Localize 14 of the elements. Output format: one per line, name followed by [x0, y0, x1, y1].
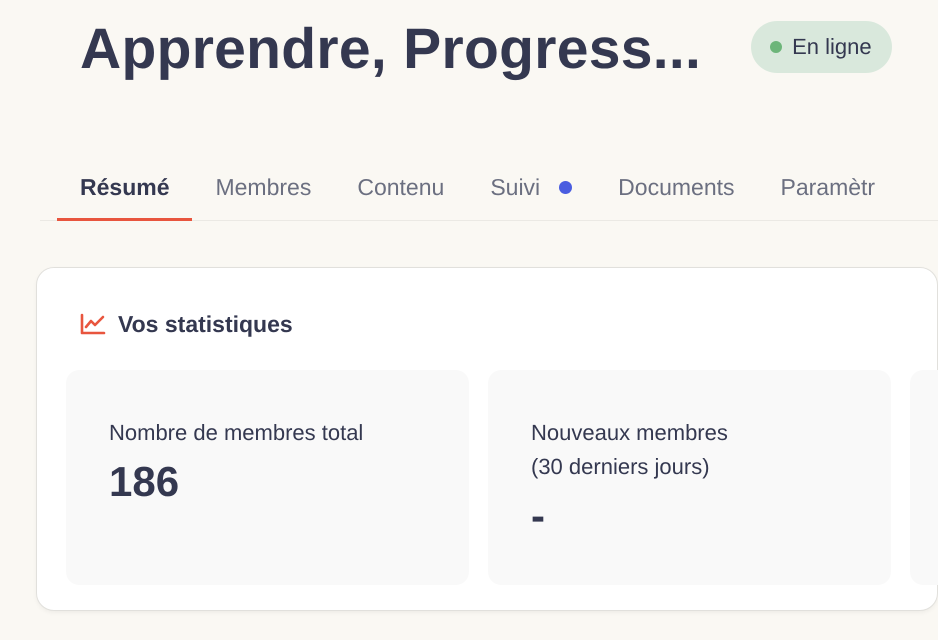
tab[interactable]: Suivi	[467, 156, 596, 221]
tab[interactable]: Contenu	[334, 156, 468, 221]
stat-label: Nombre de membres total	[109, 419, 364, 447]
stat-value: -	[531, 492, 545, 540]
stat-label: Nouveaux membres (30 derniers jours)	[531, 419, 728, 481]
tab[interactable]: Paramètr	[758, 156, 898, 221]
line-chart-icon	[80, 313, 106, 335]
tab[interactable]: Documents	[595, 156, 758, 221]
card-title: Vos statistiques	[118, 310, 293, 338]
status-label: En ligne	[792, 34, 872, 60]
stat-value: 186	[109, 458, 180, 506]
tab[interactable]: Membres	[192, 156, 334, 221]
tab[interactable]: Résumé	[57, 156, 192, 221]
page-title: Apprendre, Progress...	[80, 16, 702, 82]
